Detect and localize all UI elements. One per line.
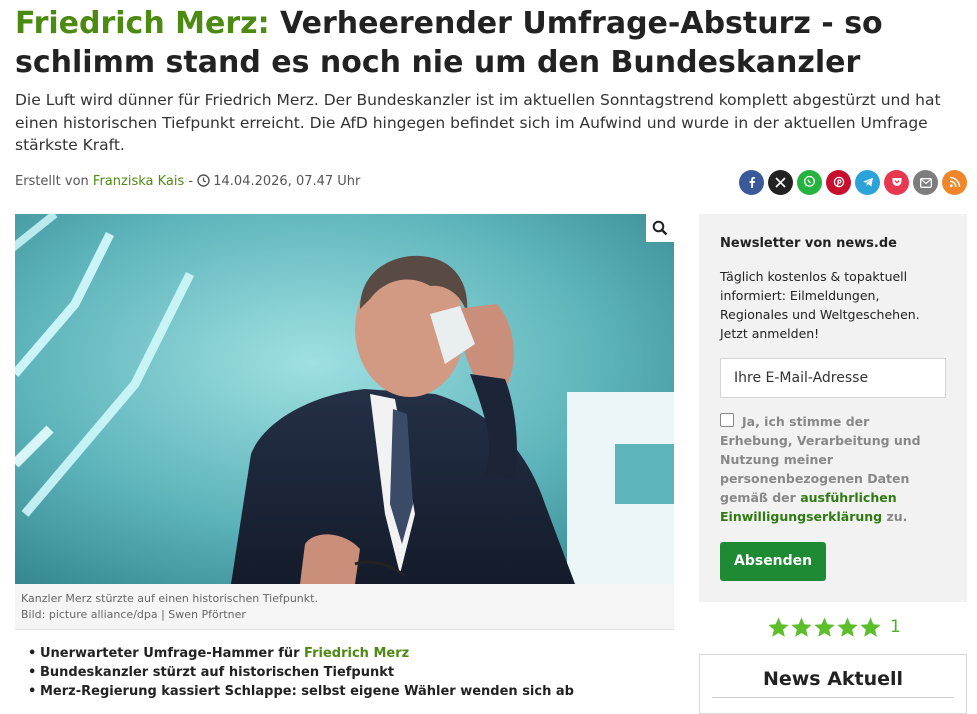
rating-count: 1 <box>890 617 901 637</box>
author-link[interactable]: Franziska Kais <box>93 174 184 189</box>
article-headline: Friedrich Merz: Verheerender Umfrage-Abs… <box>15 4 965 82</box>
byline-separator: - <box>188 174 194 189</box>
publish-date: 14.04.2026, 07.47 Uhr <box>213 174 361 189</box>
star-icon[interactable] <box>813 616 836 639</box>
news-aktuell-title: News Aktuell <box>762 668 904 690</box>
share-x-button[interactable] <box>768 170 793 195</box>
divider <box>712 697 954 698</box>
star-icon[interactable] <box>836 616 859 639</box>
telegram-icon <box>862 173 874 192</box>
whatsapp-icon <box>803 173 816 192</box>
facebook-icon <box>746 173 758 192</box>
list-item: Bundeskanzler stürzt auf historischen Ti… <box>15 663 674 682</box>
rss-icon <box>949 173 961 192</box>
list-item-text: Bundeskanzler stürzt auf historischen Ti… <box>40 665 395 680</box>
merz-link[interactable]: Friedrich Merz <box>304 646 409 661</box>
submit-button[interactable]: Absenden <box>720 542 827 581</box>
consent-text-block: Ja, ich stimme der Erhebung, Verarbeitun… <box>720 412 946 526</box>
image-caption-box: Kanzler Merz stürzte auf einen historisc… <box>15 584 674 630</box>
share-pocket-button[interactable] <box>884 170 909 195</box>
share-telegram-button[interactable] <box>855 170 880 195</box>
image-caption: Kanzler Merz stürzte auf einen historisc… <box>21 592 318 605</box>
article-teaser: Die Luft wird dünner für Friedrich Merz.… <box>15 91 941 154</box>
share-email-button[interactable] <box>913 170 938 195</box>
email-input[interactable] <box>720 358 946 398</box>
clock-icon <box>197 174 210 191</box>
summary-list: Unerwarteter Umfrage-Hammer für Friedric… <box>15 644 674 701</box>
share-facebook-button[interactable] <box>739 170 764 195</box>
byline: Erstellt von Franziska Kais - 14.04.2026… <box>15 174 360 191</box>
article-image[interactable] <box>15 214 674 584</box>
list-item-text: Unerwarteter Umfrage-Hammer für <box>40 646 305 661</box>
magnifier-icon <box>652 220 668 236</box>
list-item: Merz-Regierung kassiert Schlappe: selbst… <box>15 682 674 701</box>
newsletter-title: Newsletter von news.de <box>720 236 897 251</box>
pinterest-icon <box>833 173 845 192</box>
star-icon[interactable] <box>859 616 882 639</box>
share-bar <box>739 170 967 195</box>
x-icon <box>775 173 786 192</box>
zoom-button[interactable] <box>646 214 674 242</box>
mail-icon <box>919 173 932 192</box>
list-item-text: Merz-Regierung kassiert Schlappe: selbst… <box>40 684 574 699</box>
merz-photo-illustration <box>15 214 674 584</box>
consent-checkbox[interactable] <box>720 413 734 427</box>
star-rating[interactable]: 1 <box>767 615 901 639</box>
share-pinterest-button[interactable] <box>826 170 851 195</box>
share-rss-button[interactable] <box>942 170 967 195</box>
star-icon[interactable] <box>790 616 813 639</box>
list-item: Unerwarteter Umfrage-Hammer für Friedric… <box>15 644 674 663</box>
news-aktuell-box: News Aktuell <box>699 654 967 714</box>
pocket-icon <box>891 173 903 192</box>
star-icon[interactable] <box>767 616 790 639</box>
image-credit: Bild: picture alliance/dpa | Swen Pförtn… <box>21 608 246 621</box>
newsletter-text: Täglich kostenlos & topaktuell informier… <box>720 269 920 341</box>
newsletter-box: Newsletter von news.de Täglich kostenlos… <box>699 214 967 602</box>
share-whatsapp-button[interactable] <box>797 170 822 195</box>
byline-prefix: Erstellt von <box>15 174 89 189</box>
consent-suffix: zu. <box>886 509 908 524</box>
headline-kicker: Friedrich Merz: <box>15 6 270 41</box>
